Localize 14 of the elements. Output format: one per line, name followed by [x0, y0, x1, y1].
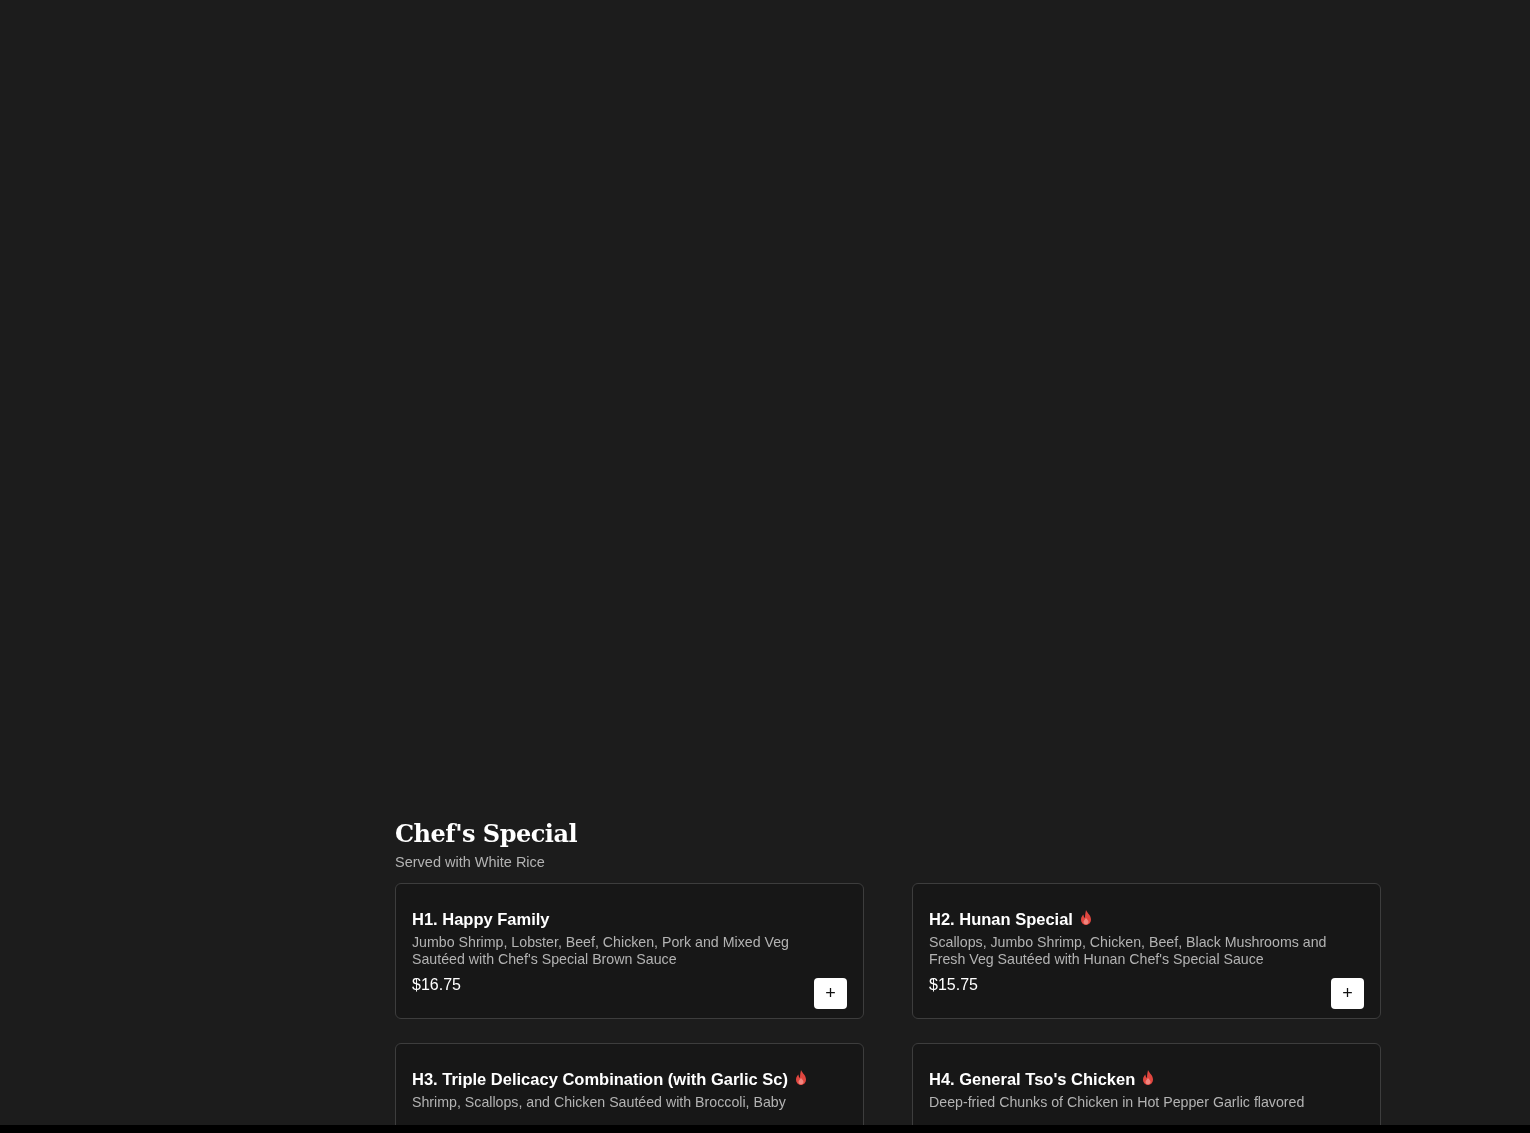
- dish-name: H3. Triple Delicacy Combination (with Garlic Sc): [412, 1069, 788, 1089]
- dish-name: H1. Happy Family: [412, 909, 550, 929]
- dish-description: Shrimp, Scallops, and Chicken Sautéed with Broccoli, Baby: [412, 1094, 787, 1111]
- add-button[interactable]: +: [1331, 978, 1364, 1009]
- dish-name: H4. General Tso's Chicken: [929, 1069, 1136, 1089]
- dish-price: $15.75: [929, 976, 978, 994]
- add-button[interactable]: +: [814, 978, 847, 1009]
- dish-description: Deep-fried Chunks of Chicken in Hot Pepper Garlic flavored: [929, 1094, 1306, 1111]
- dish-price: $16.75: [412, 976, 461, 994]
- dish-description: Jumbo Shrimp, Lobster, Beef, Chicken, Pork and Mixed Veg Sautéed with Chef's Special Brown Sauce: [412, 934, 790, 968]
- dish-description: Scallops, Jumbo Shrimp, Chicken, Beef, Black Mushrooms and Fresh Veg Sautéed with Hunan Chef's Special Sauce: [929, 934, 1328, 968]
- section-title: Chef's Special: [395, 819, 579, 849]
- dish-name: H2. Hunan Special: [929, 909, 1073, 929]
- section-subtitle: Served with White Rice: [395, 854, 546, 872]
